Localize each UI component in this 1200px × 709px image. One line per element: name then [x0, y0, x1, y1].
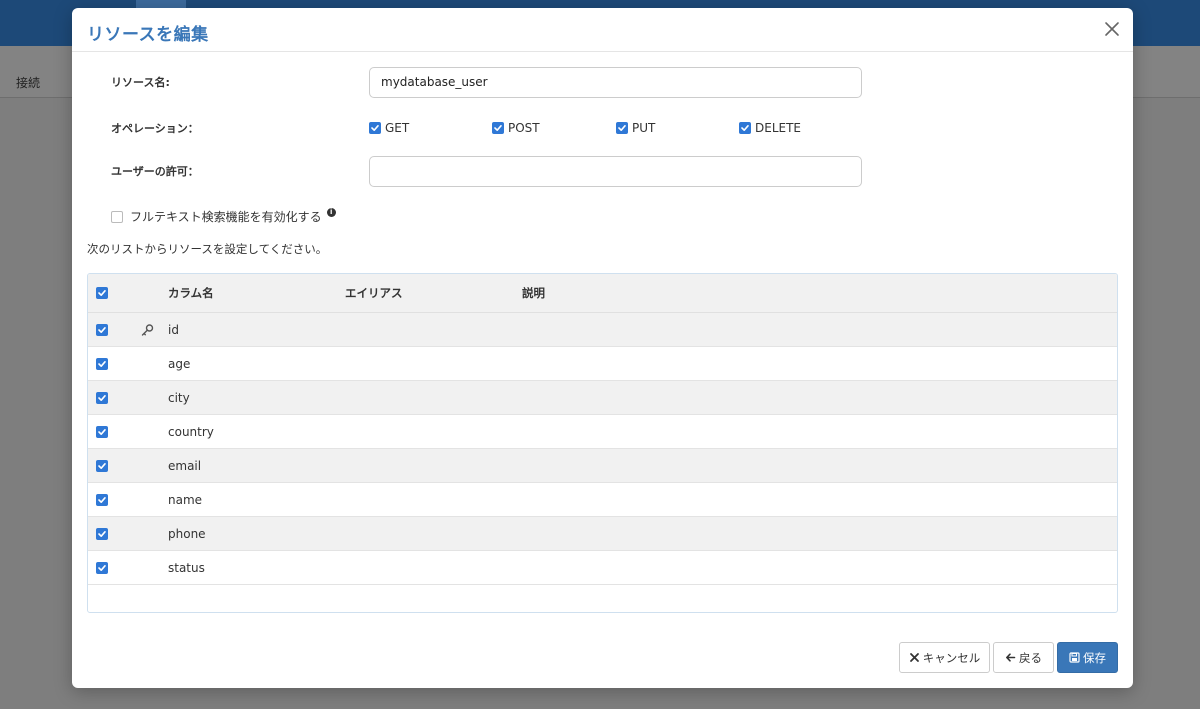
row-column-name: country	[168, 424, 214, 439]
table-row[interactable]: id	[88, 313, 1117, 347]
row-column-name: age	[168, 356, 191, 371]
table-row[interactable]: country	[88, 415, 1117, 449]
row-column-name: email	[168, 458, 202, 473]
close-button[interactable]	[1103, 20, 1121, 38]
row-checkbox[interactable]	[96, 323, 108, 336]
back-button[interactable]: 戻る	[993, 642, 1054, 673]
checkbox-checked-icon	[492, 122, 504, 134]
row-column-name: city	[168, 390, 190, 405]
checkbox-checked-icon	[369, 122, 381, 134]
key-icon	[141, 323, 154, 336]
operation-post-label: POST	[508, 121, 540, 135]
header-alias[interactable]: エイリアス	[345, 285, 403, 301]
header-description[interactable]: 説明	[522, 285, 545, 301]
header-column-name[interactable]: カラム名	[168, 285, 214, 301]
row-column-name: name	[168, 492, 203, 507]
checkbox-checked-icon	[616, 122, 628, 134]
cancel-button[interactable]: キャンセル	[899, 642, 990, 673]
operation-get-checkbox[interactable]: GET	[369, 121, 409, 135]
row-checkbox[interactable]	[96, 459, 108, 472]
table-row[interactable]: age	[88, 347, 1117, 381]
arrow-left-icon	[1006, 653, 1016, 662]
modal-title: リソースを編集	[87, 25, 209, 45]
connection-label: 接続	[16, 76, 41, 90]
row-checkbox[interactable]	[96, 357, 108, 370]
operation-delete-checkbox[interactable]: DELETE	[739, 121, 801, 135]
floppy-disk-icon	[1069, 652, 1080, 663]
row-column-name: status	[168, 560, 205, 575]
table-row[interactable]: phone	[88, 517, 1117, 551]
info-icon[interactable]: i	[326, 208, 336, 217]
operation-delete-label: DELETE	[755, 121, 802, 135]
select-all-checkbox[interactable]	[96, 287, 108, 299]
resource-name-input[interactable]: mydatabase_user	[369, 67, 862, 98]
full-text-search-label: フルテキスト検索機能を有効化する	[130, 210, 322, 224]
row-checkbox[interactable]	[96, 561, 108, 574]
operations-label: オペレーション：	[111, 122, 199, 135]
row-checkbox[interactable]	[96, 493, 108, 506]
operation-get-label: GET	[385, 121, 410, 135]
instruction-text: 次のリストからリソースを設定してください。	[87, 242, 328, 256]
full-text-search-checkbox[interactable]: フルテキスト検索機能を有効化する i	[111, 208, 336, 225]
row-checkbox[interactable]	[96, 425, 108, 438]
edit-resource-modal: リソースを編集 リソース名: mydatabase_user オペレーション： …	[72, 8, 1133, 688]
close-icon	[1105, 22, 1119, 36]
user-permission-label: ユーザーの許可：	[111, 165, 199, 178]
checkbox-unchecked-icon	[111, 210, 123, 223]
user-permission-input[interactable]	[369, 156, 862, 187]
operation-post-checkbox[interactable]: POST	[492, 121, 540, 135]
columns-table: カラム名 エイリアス 説明 id age city country email …	[87, 273, 1118, 613]
table-row[interactable]: name	[88, 483, 1117, 517]
checkbox-checked-icon	[739, 122, 751, 134]
table-row[interactable]: status	[88, 551, 1117, 585]
row-column-name: phone	[168, 526, 206, 541]
save-button-label: 保存	[1083, 650, 1106, 665]
cancel-button-label: キャンセル	[922, 650, 981, 665]
operation-put-label: PUT	[632, 121, 656, 135]
row-checkbox[interactable]	[96, 391, 108, 404]
table-row[interactable]: email	[88, 449, 1117, 483]
table-header: カラム名 エイリアス 説明	[88, 274, 1117, 313]
operation-put-checkbox[interactable]: PUT	[616, 121, 655, 135]
close-icon	[909, 653, 919, 662]
modal-header: リソースを編集	[72, 8, 1133, 52]
save-button[interactable]: 保存	[1057, 642, 1118, 673]
table-row[interactable]: city	[88, 381, 1117, 415]
row-checkbox[interactable]	[96, 527, 108, 540]
resource-name-label: リソース名:	[111, 76, 170, 89]
row-column-name: id	[168, 322, 179, 337]
back-button-label: 戻る	[1019, 650, 1042, 665]
